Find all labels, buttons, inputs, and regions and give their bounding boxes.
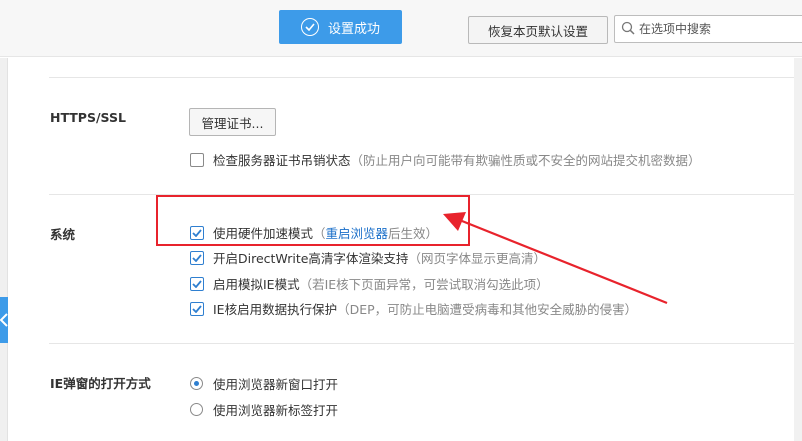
checkmark-icon [192, 253, 202, 262]
search-icon [621, 20, 635, 39]
option-label: 启用模拟IE模式 [213, 277, 300, 292]
restore-defaults-button[interactable]: 恢复本页默认设置 [468, 16, 608, 44]
manage-certificates-button[interactable]: 管理证书... [189, 108, 276, 136]
radio-new-window[interactable]: 使用浏览器新窗口打开 [190, 374, 338, 393]
annotation-highlight-box [156, 195, 470, 246]
section-label-https: HTTPS/SSL [50, 110, 126, 125]
check-circle-icon [300, 18, 319, 36]
option-note: （DEP，可防止电脑遭受病毒和其他安全威胁的侵害） [337, 302, 638, 317]
radio-button[interactable] [190, 403, 203, 416]
radio-dot-icon [194, 381, 199, 386]
checkbox[interactable] [190, 250, 204, 265]
section-divider [49, 343, 794, 344]
settings-page: 设置成功 恢复本页默认设置 HTTPS/SSL 管理证书... 检查服务器证书吊… [0, 0, 802, 441]
option-ie-dep[interactable]: IE核启用数据执行保护 （DEP，可防止电脑遭受病毒和其他安全威胁的侵害） [190, 299, 637, 318]
radio-button[interactable] [190, 377, 203, 390]
option-label: 检查服务器证书吊销状态 [213, 153, 351, 168]
checkbox[interactable] [190, 301, 204, 316]
search-field[interactable] [614, 15, 802, 43]
option-ie-emulation[interactable]: 启用模拟IE模式 （若IE核下页面异常，可尝试取消勾选此项） [190, 274, 549, 293]
checkmark-icon [192, 304, 202, 313]
option-label: 使用浏览器新标签打开 [213, 403, 339, 418]
option-note: （防止用户向可能带有欺骗性质或不安全的网站提交机密数据） [350, 153, 701, 168]
option-note: （若IE核下页面异常，可尝试取消勾选此项） [299, 277, 549, 292]
option-note: （网页字体显示更高清） [408, 251, 546, 266]
vertical-scrollbar[interactable] [794, 58, 802, 441]
section-label-system: 系统 [50, 227, 76, 242]
top-toolbar: 设置成功 恢复本页默认设置 [0, 0, 802, 57]
checkmark-icon [192, 279, 202, 288]
collapse-sidebar-button[interactable] [0, 297, 8, 343]
section-divider [49, 77, 794, 78]
option-directwrite[interactable]: 开启DirectWrite高清字体渲染支持 （网页字体显示更高清） [190, 248, 546, 267]
checkbox[interactable] [190, 276, 204, 291]
success-toast: 设置成功 [279, 10, 402, 44]
checkbox[interactable] [190, 152, 204, 167]
option-label: 使用浏览器新窗口打开 [213, 377, 339, 392]
chevron-left-icon [0, 313, 8, 327]
section-label-ie-popup: IE弹窗的打开方式 [50, 376, 151, 391]
success-toast-label: 设置成功 [327, 21, 380, 37]
option-check-revocation[interactable]: 检查服务器证书吊销状态 （防止用户向可能带有欺骗性质或不安全的网站提交机密数据） [190, 150, 701, 169]
option-label: IE核启用数据执行保护 [213, 302, 338, 317]
radio-new-tab[interactable]: 使用浏览器新标签打开 [190, 400, 338, 419]
search-input[interactable] [639, 22, 799, 36]
left-nav-gutter [0, 58, 8, 441]
option-label: 开启DirectWrite高清字体渲染支持 [213, 251, 409, 266]
